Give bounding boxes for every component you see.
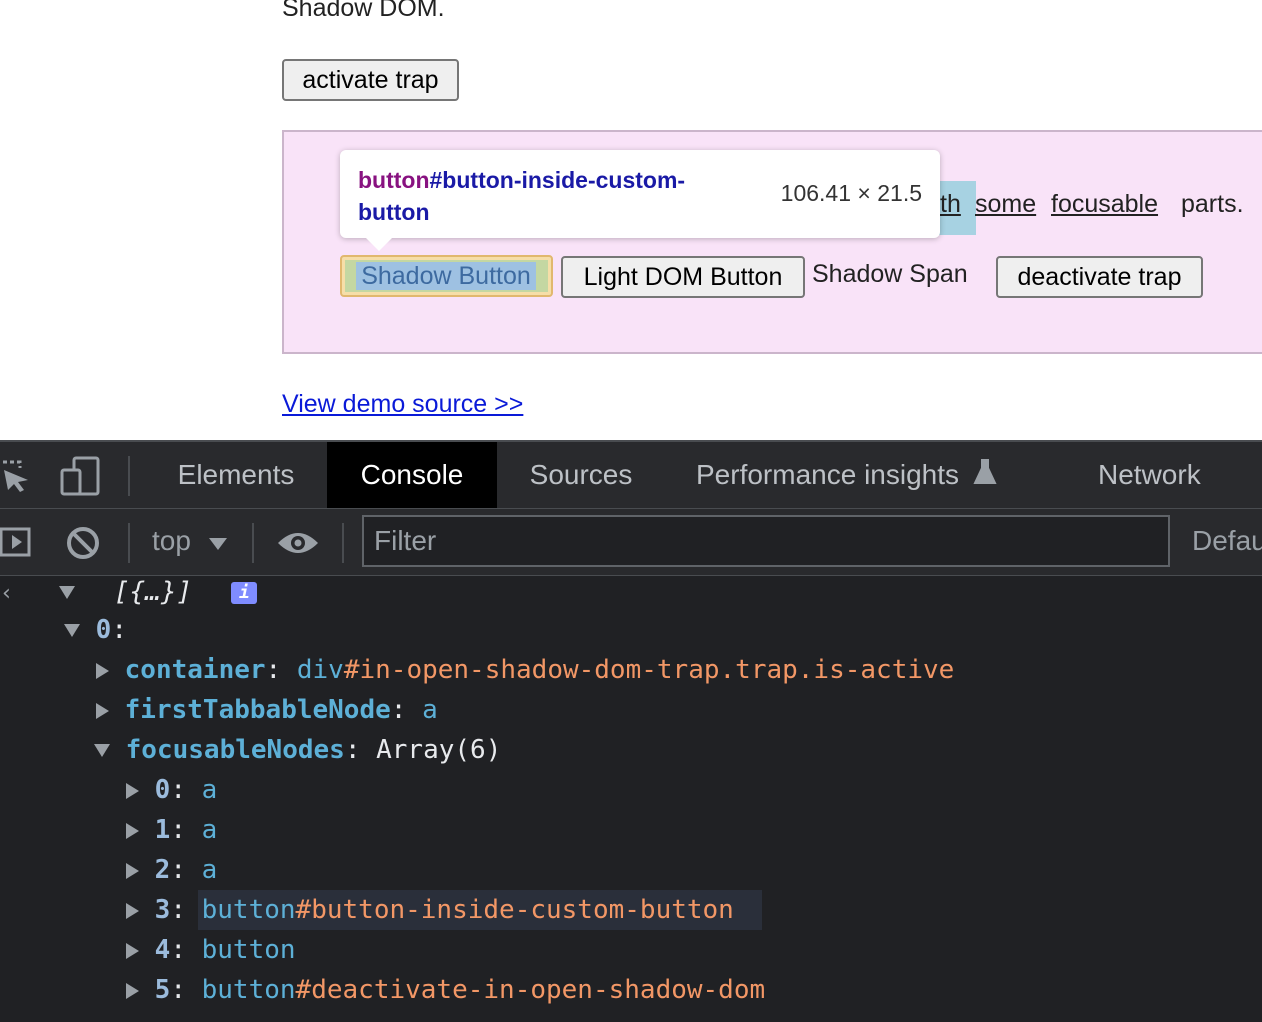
focusable-nodes-row[interactable]: focusableNodes: Array(6) bbox=[94, 730, 501, 770]
toolbar-separator bbox=[252, 523, 254, 563]
chevron-down-icon bbox=[208, 527, 227, 559]
container-selector: #in-open-shadow-dom-trap.trap.is-active bbox=[343, 655, 955, 685]
activate-trap-button[interactable]: activate trap bbox=[282, 59, 459, 101]
node-selector: #deactivate-in-open-shadow-dom bbox=[295, 975, 766, 1005]
node-index: 0 bbox=[154, 775, 171, 805]
link-focusable[interactable]: focusable bbox=[1051, 190, 1158, 219]
node-tag: button bbox=[201, 935, 296, 965]
tooltip-selector: button#button-inside-custom-button bbox=[358, 164, 748, 228]
tab-network[interactable]: Network bbox=[1098, 442, 1258, 508]
first-tabbable-key: firstTabbableNode bbox=[124, 695, 391, 725]
node-selector: #button-inside-custom-button bbox=[295, 895, 734, 925]
console-toolbar: top Filter Defau bbox=[0, 509, 1262, 576]
expand-triangle-icon[interactable] bbox=[64, 624, 80, 637]
result-arrow-icon: ‹ bbox=[0, 581, 14, 606]
collapse-triangle-icon[interactable] bbox=[126, 902, 139, 919]
node-index: 3 bbox=[154, 895, 171, 925]
shadow-span: Shadow Span bbox=[812, 260, 968, 288]
array-summary: [{…}] bbox=[113, 577, 193, 607]
focusable-node-row[interactable]: 1: a bbox=[126, 810, 217, 850]
first-tabbable-row[interactable]: firstTabbableNode: a bbox=[96, 690, 438, 730]
light-dom-button[interactable]: Light DOM Button bbox=[561, 256, 805, 298]
collapse-triangle-icon[interactable] bbox=[126, 982, 139, 999]
container-key: container bbox=[124, 655, 266, 685]
collapse-triangle-icon[interactable] bbox=[96, 702, 109, 719]
tab-performance-label: Performance insights bbox=[696, 459, 960, 490]
console-item-row[interactable]: 0: bbox=[64, 610, 127, 650]
clear-console-icon[interactable] bbox=[66, 526, 100, 565]
first-tabbable-value: a bbox=[422, 695, 438, 725]
tab-sources-label: Sources bbox=[529, 459, 633, 490]
tab-elements-label: Elements bbox=[177, 459, 295, 490]
tooltip-arrow-icon bbox=[365, 237, 393, 251]
collapse-triangle-icon[interactable] bbox=[126, 942, 139, 959]
context-selector-label: top bbox=[152, 525, 191, 556]
tooltip-size: 106.41 × 21.5 bbox=[780, 180, 922, 206]
focusable-node-row[interactable]: 4: button bbox=[126, 930, 296, 970]
deactivate-trap-button[interactable]: deactivate trap bbox=[996, 256, 1203, 298]
context-selector[interactable]: top bbox=[152, 525, 227, 559]
node-index: 2 bbox=[154, 855, 171, 885]
live-expression-eye-icon[interactable] bbox=[277, 529, 319, 562]
tab-console-label: Console bbox=[360, 459, 464, 490]
collapse-triangle-icon[interactable] bbox=[126, 782, 139, 799]
demo-page: Shadow DOM. activate trap th some focusa… bbox=[0, 0, 1262, 440]
devtools-tabbar: Elements Console Sources Performance ins… bbox=[0, 442, 1262, 509]
item-index: 0 bbox=[95, 615, 112, 645]
expand-triangle-icon[interactable] bbox=[58, 586, 75, 599]
node-tag: button bbox=[201, 895, 296, 925]
node-index: 1 bbox=[154, 815, 171, 845]
node-index: 5 bbox=[154, 975, 171, 1005]
node-tag: a bbox=[201, 775, 218, 805]
log-levels-dropdown[interactable]: Defau bbox=[1192, 525, 1262, 557]
node-tag: a bbox=[201, 815, 218, 845]
experiment-flask-icon bbox=[973, 458, 997, 492]
tooltip-tag: button bbox=[358, 167, 430, 193]
collapse-triangle-icon[interactable] bbox=[96, 662, 109, 679]
node-tag: button bbox=[201, 975, 296, 1005]
tab-sources[interactable]: Sources bbox=[497, 442, 665, 508]
node-index: 4 bbox=[154, 935, 171, 965]
tab-network-label: Network bbox=[1098, 459, 1201, 490]
link-with-fragment[interactable]: th bbox=[940, 190, 961, 219]
tab-console[interactable]: Console bbox=[327, 442, 497, 508]
console-output: ‹ [{…}] i 0: container: div#in-open-shad… bbox=[0, 576, 1262, 1022]
view-demo-source-link[interactable]: View demo source >> bbox=[282, 390, 523, 419]
device-toolbar-icon[interactable] bbox=[60, 456, 100, 496]
inspect-element-icon[interactable] bbox=[0, 458, 34, 492]
toolbar-separator bbox=[342, 523, 344, 563]
inspector-tooltip: button#button-inside-custom-button 106.4… bbox=[340, 150, 940, 238]
tab-elements[interactable]: Elements bbox=[148, 442, 324, 508]
node-tag: a bbox=[201, 855, 218, 885]
link-some[interactable]: some bbox=[975, 190, 1036, 219]
expand-triangle-icon[interactable] bbox=[94, 744, 110, 757]
focusable-nodes-key: focusableNodes bbox=[125, 735, 345, 765]
devtools-panel: Elements Console Sources Performance ins… bbox=[0, 440, 1262, 1022]
intro-text: Shadow DOM. bbox=[282, 0, 445, 22]
collapse-triangle-icon[interactable] bbox=[126, 822, 139, 839]
focusable-node-row[interactable]: 0: a bbox=[126, 770, 217, 810]
collapse-triangle-icon[interactable] bbox=[126, 862, 139, 879]
console-result-row[interactable]: ‹ [{…}] i bbox=[0, 572, 258, 612]
focusable-node-row[interactable]: 5: button#deactivate-in-open-shadow-dom bbox=[126, 970, 765, 1010]
tabbar-separator bbox=[128, 456, 130, 496]
focusable-node-row[interactable]: 3: button#button-inside-custom-button bbox=[126, 890, 734, 930]
container-tag: div bbox=[296, 655, 344, 685]
filter-input[interactable]: Filter bbox=[362, 515, 1170, 567]
sentence-suffix: parts. bbox=[1181, 190, 1244, 218]
focusable-nodes-value: Array(6) bbox=[376, 735, 502, 765]
container-property-row[interactable]: container: div#in-open-shadow-dom-trap.t… bbox=[96, 650, 954, 690]
shadow-button[interactable]: Shadow Button bbox=[356, 262, 536, 290]
toolbar-separator bbox=[128, 523, 130, 563]
focusable-node-row[interactable]: 2: a bbox=[126, 850, 217, 890]
show-sidebar-icon[interactable] bbox=[0, 527, 32, 562]
tab-performance-insights[interactable]: Performance insights bbox=[696, 442, 1036, 508]
info-badge-icon[interactable]: i bbox=[231, 581, 258, 604]
